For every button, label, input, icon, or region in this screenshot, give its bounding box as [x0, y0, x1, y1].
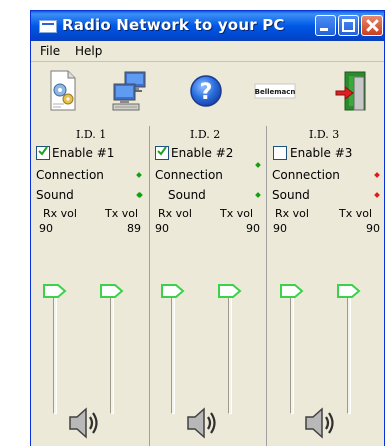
connection-label: Connection: [155, 168, 223, 182]
tx-slider-track[interactable]: [347, 296, 351, 414]
rx-vol-label: Rx vol: [158, 207, 192, 220]
maximize-button[interactable]: [338, 15, 359, 36]
rx-vol-label: Rx vol: [275, 207, 309, 220]
settings-document-icon[interactable]: [44, 68, 82, 114]
tx-vol-label: Tx vol: [105, 207, 139, 220]
exit-door-icon[interactable]: [333, 68, 371, 114]
speaker-icon[interactable]: [303, 404, 339, 442]
tx-slider-track[interactable]: [110, 296, 114, 414]
connection-status-icon: [374, 172, 380, 178]
rx-slider-track[interactable]: [171, 296, 175, 414]
minimize-button[interactable]: [315, 15, 336, 36]
connection-label: Connection: [272, 168, 340, 182]
menu-file[interactable]: File: [40, 44, 60, 58]
svg-text:Bellemacn: Bellemacn: [255, 88, 296, 96]
tx-volume-slider[interactable]: [337, 283, 361, 298]
title-bar[interactable]: Radio Network to your PC: [31, 11, 384, 41]
sound-status-icon: [255, 192, 261, 198]
app-window-icon: [39, 20, 57, 33]
rx-volume-slider[interactable]: [280, 283, 304, 298]
connection-label: Connection: [36, 168, 104, 182]
enable-label-1: Enable #1: [52, 146, 115, 160]
connection-status-icon: [136, 172, 142, 178]
help-icon[interactable]: ?: [187, 68, 225, 114]
tx-volume-slider[interactable]: [100, 283, 124, 298]
rx-volume-slider[interactable]: [43, 283, 67, 298]
toolbar: ? Bellemacn: [31, 62, 384, 122]
rx-vol-value: 90: [39, 222, 53, 235]
sound-label: Sound: [36, 188, 74, 202]
logo-icon[interactable]: Bellemacn: [251, 68, 299, 114]
menu-help[interactable]: Help: [75, 44, 102, 58]
rx-vol-label: Rx vol: [43, 207, 77, 220]
window-title: Radio Network to your PC: [62, 16, 285, 34]
rx-vol-value: 90: [155, 222, 169, 235]
sound-label: Sound: [272, 188, 310, 202]
close-button[interactable]: [361, 15, 383, 36]
rx-slider-track[interactable]: [290, 296, 294, 414]
tx-volume-slider[interactable]: [218, 283, 242, 298]
rx-vol-value: 90: [273, 222, 287, 235]
channel-id-label: I.D. 3: [309, 128, 340, 141]
sound-label: Sound: [168, 188, 206, 202]
channel-id-label: I.D. 1: [76, 128, 107, 141]
enable-checkbox-3[interactable]: [273, 146, 287, 160]
enable-checkbox-1[interactable]: [36, 146, 50, 160]
connection-status-icon: [255, 162, 261, 168]
rx-slider-track[interactable]: [53, 296, 57, 414]
menu-bar: File Help: [31, 41, 384, 62]
enable-label-3: Enable #3: [290, 146, 353, 160]
sound-status-icon: [374, 192, 380, 198]
enable-label-2: Enable #2: [171, 146, 234, 160]
network-computers-icon[interactable]: [111, 68, 149, 114]
enable-checkbox-2[interactable]: [155, 146, 169, 160]
tx-vol-value: 90: [366, 222, 380, 235]
tx-vol-value: 89: [127, 222, 141, 235]
tx-vol-label: Tx vol: [220, 207, 254, 220]
channel-id-label: I.D. 2: [190, 128, 221, 141]
svg-text:?: ?: [200, 80, 213, 105]
tx-vol-value: 90: [246, 222, 260, 235]
speaker-icon[interactable]: [185, 404, 221, 442]
tx-slider-track[interactable]: [228, 296, 232, 414]
rx-volume-slider[interactable]: [161, 283, 185, 298]
app-window: Radio Network to your PC File Help ? Bel…: [30, 10, 385, 446]
tx-vol-label: Tx vol: [339, 207, 373, 220]
speaker-icon[interactable]: [67, 404, 103, 442]
